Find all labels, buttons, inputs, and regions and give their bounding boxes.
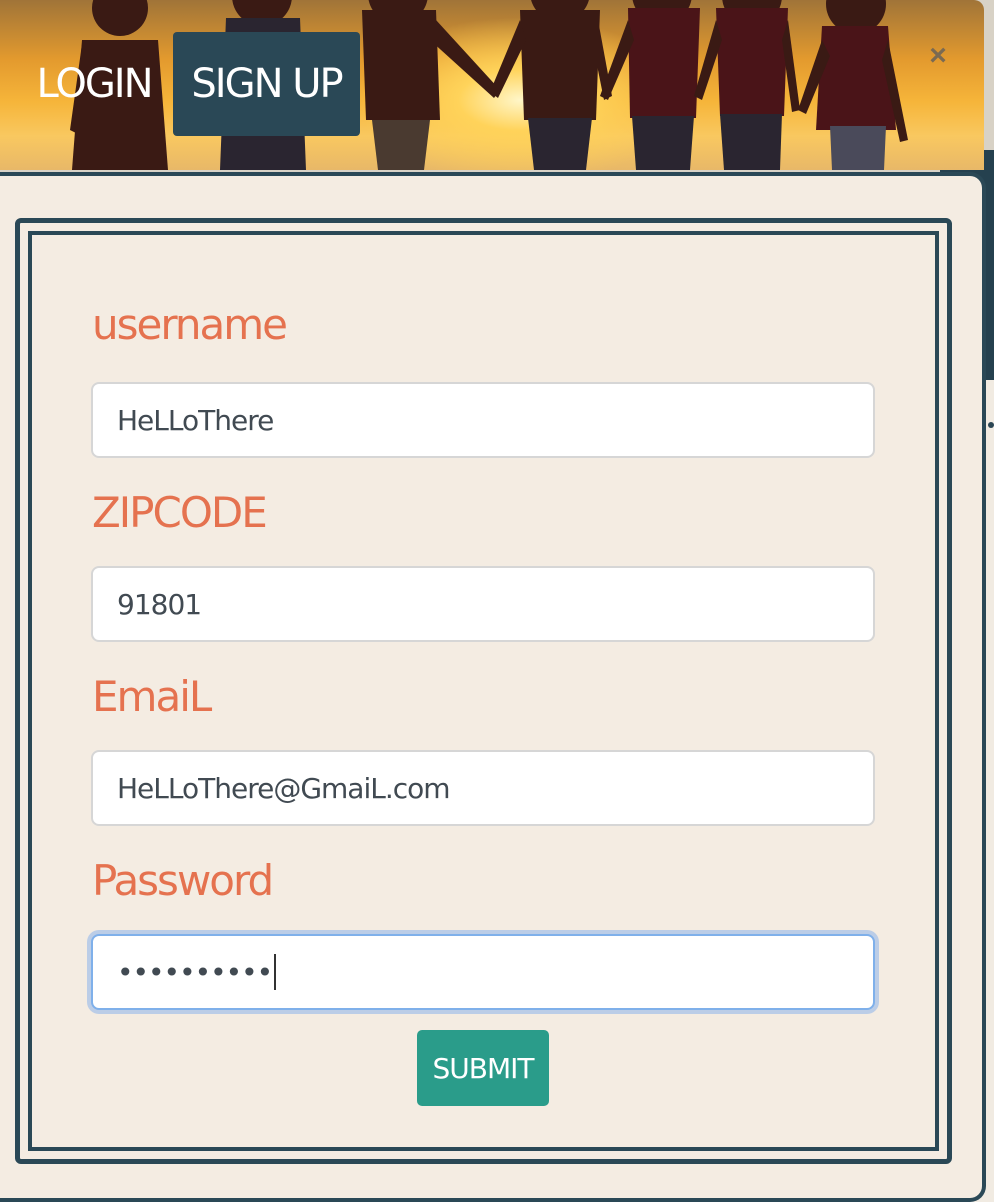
background-dot [988, 422, 994, 428]
email-input[interactable]: HeLLoThere@GmaiL.com [91, 750, 875, 826]
tab-login[interactable]: LOGIN [28, 32, 160, 136]
close-icon[interactable]: × [920, 38, 956, 74]
modal-header: LOGIN SIGN UP × [0, 0, 984, 170]
tab-sign-up[interactable]: SIGN UP [173, 32, 360, 136]
username-input[interactable]: HeLLoThere [91, 382, 875, 458]
zipcode-input[interactable]: 91801 [91, 566, 875, 642]
password-input[interactable]: •••••••••• [91, 934, 875, 1010]
username-label: username [92, 300, 288, 349]
zipcode-label: ZIPCODE [92, 488, 268, 537]
password-label: Password [92, 856, 274, 905]
text-caret [274, 954, 277, 990]
submit-button[interactable]: SUBMIT [417, 1030, 549, 1106]
password-masked-value: •••••••••• [117, 955, 273, 989]
email-label: EmaiL [92, 672, 212, 721]
